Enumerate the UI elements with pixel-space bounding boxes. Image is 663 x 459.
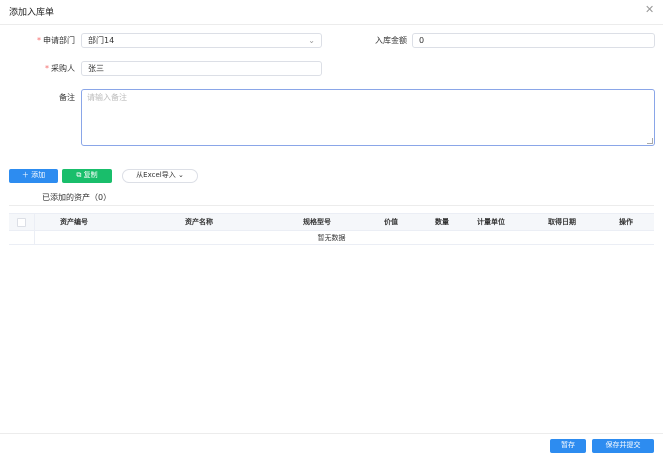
copy-icon: ⧉ [76, 171, 82, 179]
dialog-header [0, 0, 663, 25]
chevron-down-icon: ⌄ [177, 171, 184, 179]
department-select[interactable]: 部门14 ⌄ [81, 33, 322, 48]
department-select-value: 部门14 [88, 36, 115, 45]
select-all-checkbox[interactable] [17, 218, 26, 227]
column-header-unit: 计量单位 [477, 218, 505, 226]
plus-icon: ＋ [21, 171, 29, 179]
copy-button[interactable]: ⧉ 复制 [62, 169, 112, 183]
chevron-down-icon: ⌄ [308, 36, 315, 45]
column-header-acquired-date: 取得日期 [548, 218, 576, 226]
remark-textarea[interactable]: 请输入备注 [81, 89, 655, 146]
column-header-spec: 规格型号 [303, 218, 331, 226]
import-excel-button[interactable]: 从Excel导入 ⌄ [122, 169, 198, 183]
copy-button-label: 复制 [83, 171, 98, 179]
remark-label: 备注 [59, 93, 75, 102]
purchaser-label-text: 采购人 [51, 64, 75, 73]
department-label-text: 申请部门 [43, 36, 75, 45]
department-label: * 申请部门 [20, 34, 75, 48]
resize-handle[interactable] [647, 138, 653, 144]
close-icon[interactable]: ✕ [645, 3, 654, 17]
column-header-asset-name: 资产名称 [185, 218, 213, 226]
amount-label: 入库金额 [375, 36, 407, 45]
required-mark: * [37, 36, 41, 45]
required-mark: * [45, 64, 49, 73]
add-button-label: 添加 [31, 171, 46, 179]
section-divider [9, 205, 654, 206]
column-header-value: 价值 [384, 218, 398, 226]
remark-placeholder: 请输入备注 [87, 93, 127, 102]
purchaser-label: * 采购人 [20, 62, 75, 76]
purchaser-input[interactable]: 张三 [81, 61, 322, 76]
save-and-submit-button[interactable]: 保存并提交 [592, 439, 654, 453]
empty-table-message: 暂无数据 [317, 234, 346, 242]
column-header-actions: 操作 [619, 218, 633, 226]
column-header-asset-code: 资产编号 [60, 218, 88, 226]
import-excel-label: 从Excel导入 [136, 171, 176, 179]
add-button[interactable]: ＋ 添加 [9, 169, 58, 183]
assets-section-title: 已添加的资产（0） [42, 193, 112, 202]
dialog-title: 添加入库单 [9, 8, 55, 18]
column-header-quantity: 数量 [435, 218, 449, 226]
footer-divider [0, 433, 663, 434]
save-draft-button[interactable]: 暂存 [550, 439, 586, 453]
amount-input[interactable]: 0 [412, 33, 655, 48]
